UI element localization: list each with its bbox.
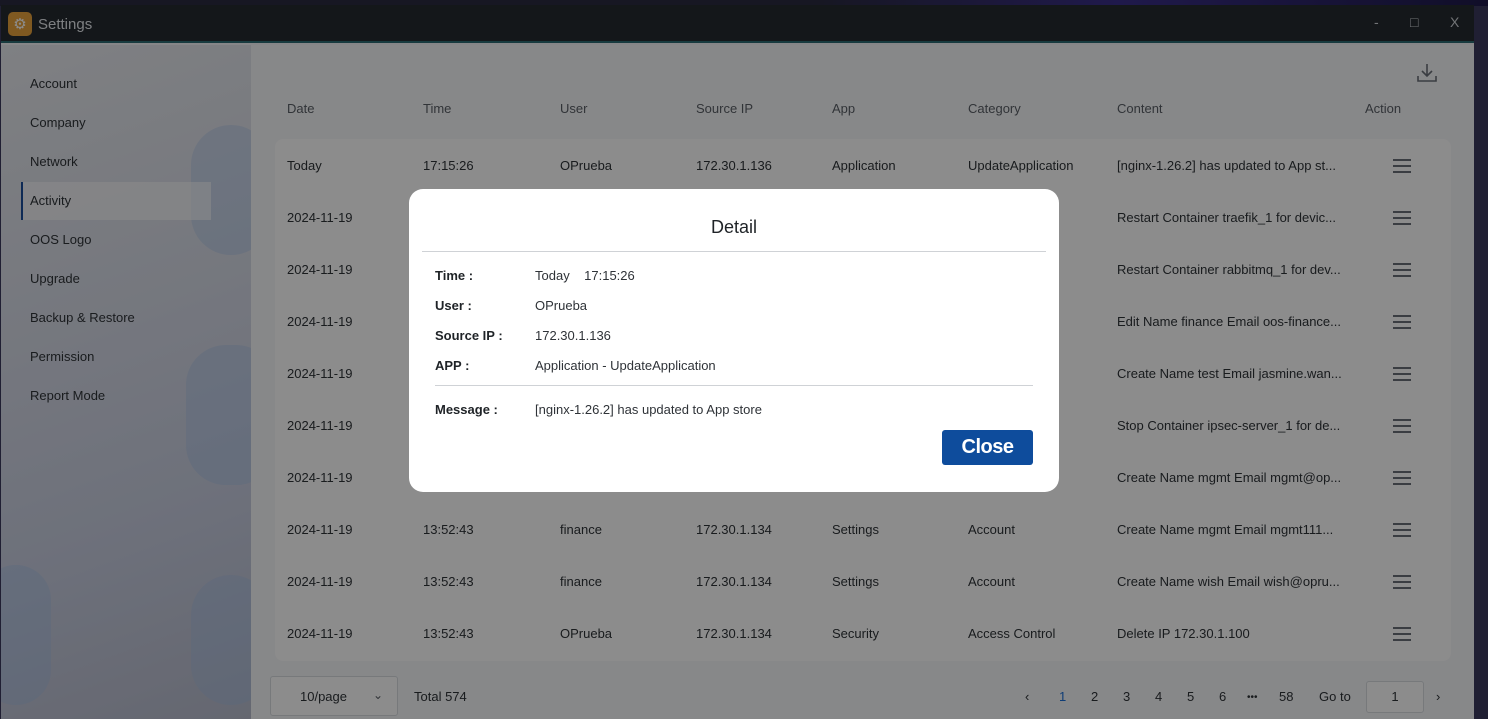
time-label: Time : <box>435 268 474 283</box>
app-value: Application - UpdateApplication <box>535 358 716 373</box>
message-value: [nginx-1.26.2] has updated to App store <box>535 402 762 417</box>
app-label: APP : <box>435 358 470 373</box>
user-value: OPrueba <box>535 298 588 313</box>
divider <box>422 251 1046 252</box>
user-label: User : <box>435 298 472 313</box>
detail-dialog: Detail Time : Today 17:15:26 User : OPru… <box>409 189 1059 492</box>
close-button[interactable]: Close <box>942 430 1033 465</box>
source-ip-label: Source IP : <box>435 328 503 343</box>
time-value: Today 17:15:26 <box>535 268 635 283</box>
dialog-title: Detail <box>710 217 758 237</box>
message-label: Message : <box>435 402 498 417</box>
divider <box>435 385 1033 386</box>
source-ip-value: 172.30.1.136 <box>535 328 611 343</box>
